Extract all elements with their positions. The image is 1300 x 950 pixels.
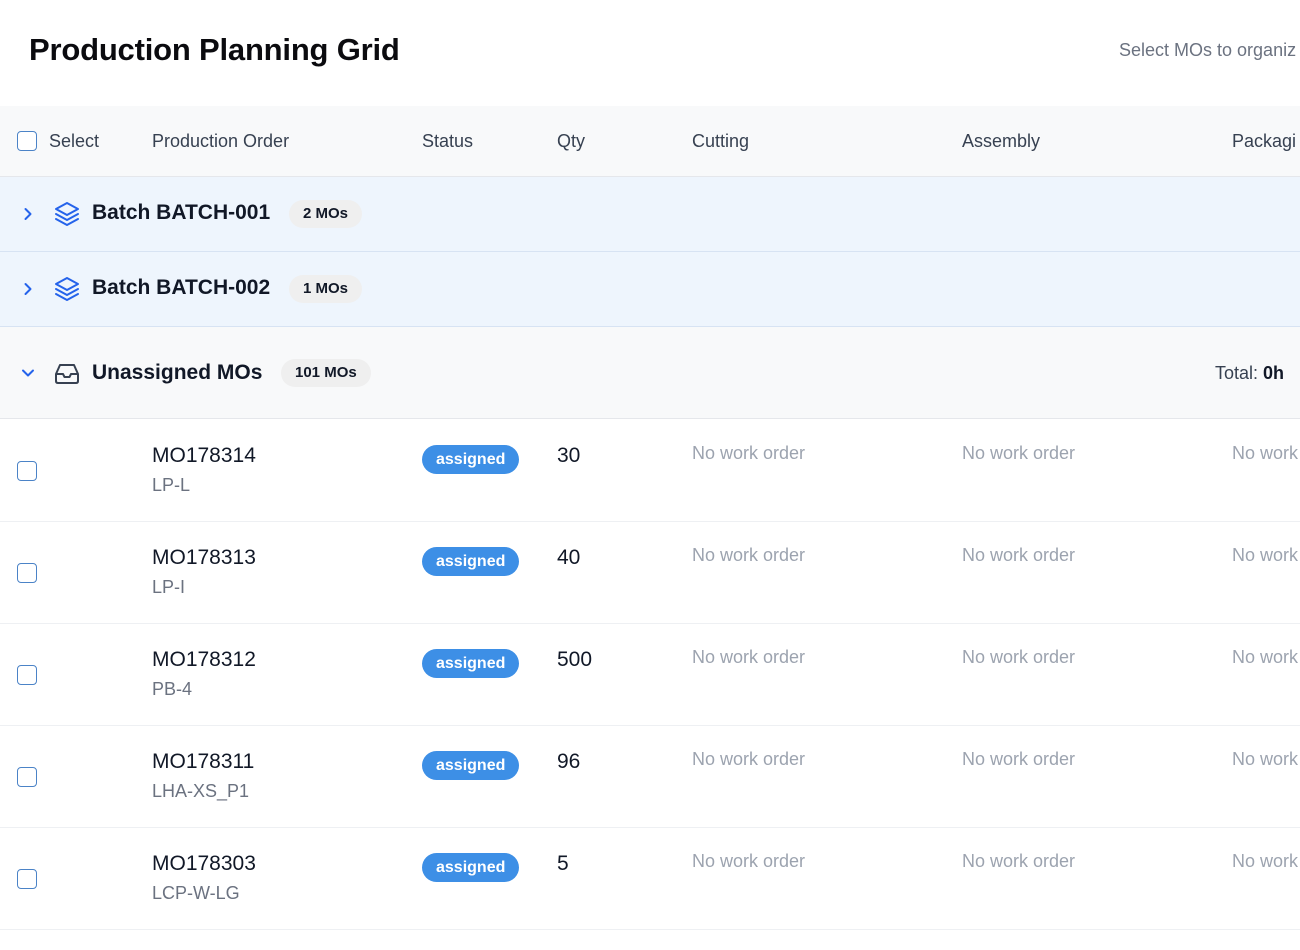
cutting-cell: No work order — [692, 545, 806, 565]
total-label: Total: — [1214, 363, 1258, 383]
column-header-assembly[interactable]: Assembly — [962, 106, 1040, 176]
unassigned-count-badge: 101 MOs — [281, 359, 371, 387]
status-badge: assigned — [422, 853, 520, 882]
column-header-select: Select — [49, 131, 100, 151]
batch-group-row[interactable]: Batch BATCH-002 1 MOs — [0, 252, 1300, 327]
mo-qty: 5 — [557, 852, 569, 875]
total-value: 0h — [1262, 363, 1284, 383]
row-checkbox[interactable] — [17, 461, 37, 481]
chevron-right-icon[interactable] — [19, 280, 37, 298]
row-checkbox[interactable] — [17, 563, 37, 583]
mo-number[interactable]: MO178313 — [152, 546, 256, 570]
cutting-cell: No work order — [692, 647, 806, 667]
mo-number[interactable]: MO178312 — [152, 648, 256, 672]
page-hint: Select MOs to organiz — [1119, 40, 1297, 60]
table-row[interactable]: MO178303 LCP-W-LG assigned 5 No work ord… — [0, 828, 1300, 930]
assembly-cell: No work order — [962, 851, 1076, 871]
mo-product: LP-I — [152, 577, 186, 597]
column-header-cutting[interactable]: Cutting — [692, 106, 749, 176]
assembly-cell: No work order — [962, 647, 1076, 667]
batch-name: Batch BATCH-001 — [92, 201, 271, 224]
table-row[interactable]: MO178314 LP-L assigned 30 No work order … — [0, 420, 1300, 522]
mo-product: LCP-W-LG — [152, 883, 240, 903]
batch-group-row[interactable]: Batch BATCH-001 2 MOs — [0, 177, 1300, 252]
status-badge: assigned — [422, 547, 520, 576]
table-header: Select Production Order Status Qty Cutti… — [0, 106, 1300, 177]
row-checkbox[interactable] — [17, 869, 37, 889]
total-hours: Total: 0h — [1215, 363, 1284, 384]
packaging-cell: No work — [1232, 443, 1299, 463]
mo-product: LHA-XS_P1 — [152, 781, 250, 801]
chevron-down-icon[interactable] — [19, 364, 37, 382]
packaging-cell: No work — [1232, 647, 1299, 667]
mo-qty: 40 — [557, 546, 581, 569]
batch-count-badge: 1 MOs — [289, 275, 363, 303]
assembly-cell: No work order — [962, 443, 1076, 463]
mo-qty: 96 — [557, 750, 581, 773]
status-badge: assigned — [422, 445, 520, 474]
packaging-cell: No work — [1232, 749, 1299, 769]
unassigned-group-name: Unassigned MOs — [92, 361, 263, 384]
column-header-production-order[interactable]: Production Order — [152, 106, 289, 176]
column-header-qty[interactable]: Qty — [557, 106, 585, 176]
table-row[interactable]: MO178313 LP-I assigned 40 No work order … — [0, 522, 1300, 624]
packaging-cell: No work — [1232, 851, 1299, 871]
cutting-cell: No work order — [692, 749, 806, 769]
row-checkbox[interactable] — [17, 767, 37, 787]
status-badge: assigned — [422, 649, 520, 678]
unassigned-group-row[interactable]: Unassigned MOs 101 MOs Total: 0h — [0, 327, 1300, 419]
chevron-right-icon[interactable] — [19, 205, 37, 223]
packaging-cell: No work — [1232, 545, 1299, 565]
row-checkbox[interactable] — [17, 665, 37, 685]
assembly-cell: No work order — [962, 749, 1076, 769]
cutting-cell: No work order — [692, 443, 806, 463]
batch-name: Batch BATCH-002 — [92, 276, 271, 299]
page-header: Production Planning Grid Select MOs to o… — [0, 0, 1300, 106]
assembly-cell: No work order — [962, 545, 1076, 565]
cutting-cell: No work order — [692, 851, 806, 871]
mo-number[interactable]: MO178303 — [152, 852, 256, 876]
table-row[interactable]: MO178311 LHA-XS_P1 assigned 96 No work o… — [0, 726, 1300, 828]
column-header-packaging[interactable]: Packagi — [1232, 106, 1296, 176]
status-badge: assigned — [422, 751, 520, 780]
select-all-checkbox[interactable] — [17, 131, 37, 151]
layers-icon — [55, 277, 79, 301]
layers-icon — [55, 202, 79, 226]
production-planning-page: Production Planning Grid Select MOs to o… — [0, 0, 1300, 950]
mo-qty: 30 — [557, 444, 581, 467]
mo-number[interactable]: MO178314 — [152, 444, 256, 468]
page-title: Production Planning Grid — [29, 32, 400, 67]
mo-number[interactable]: MO178311 — [152, 750, 254, 774]
mo-qty: 500 — [557, 648, 593, 671]
inbox-icon — [55, 364, 79, 384]
table-row[interactable]: MO178312 PB-4 assigned 500 No work order… — [0, 624, 1300, 726]
batch-count-badge: 2 MOs — [289, 200, 363, 228]
mo-product: PB-4 — [152, 679, 193, 699]
column-header-status[interactable]: Status — [422, 106, 473, 176]
mo-product: LP-L — [152, 475, 191, 495]
